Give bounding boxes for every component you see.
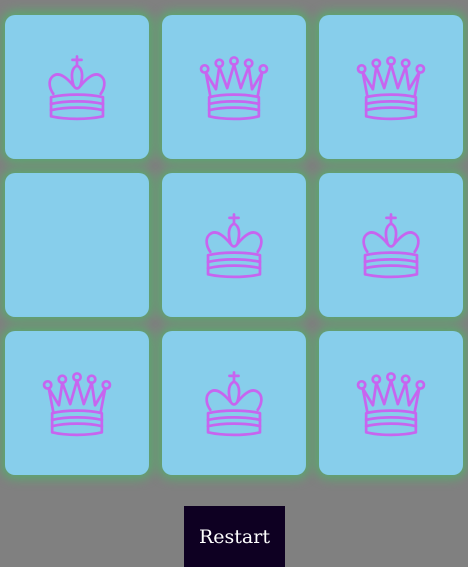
- queen-icon: [356, 372, 426, 437]
- board-cell-9[interactable]: [319, 331, 463, 475]
- board-cell-2[interactable]: [162, 15, 306, 159]
- board-cell-7[interactable]: [5, 331, 149, 475]
- game-board: [5, 15, 463, 475]
- king-icon: [362, 213, 420, 279]
- board-cell-4[interactable]: [5, 173, 149, 317]
- queen-icon: [42, 372, 112, 437]
- board-cell-5[interactable]: [162, 173, 306, 317]
- board-cell-1[interactable]: [5, 15, 149, 159]
- restart-button[interactable]: Restart: [184, 506, 285, 567]
- board-cell-3[interactable]: [319, 15, 463, 159]
- queen-icon: [356, 56, 426, 121]
- king-icon: [48, 55, 106, 121]
- board-cell-8[interactable]: [162, 331, 306, 475]
- board-cell-6[interactable]: [319, 173, 463, 317]
- king-icon: [205, 371, 263, 437]
- king-icon: [205, 213, 263, 279]
- queen-icon: [199, 56, 269, 121]
